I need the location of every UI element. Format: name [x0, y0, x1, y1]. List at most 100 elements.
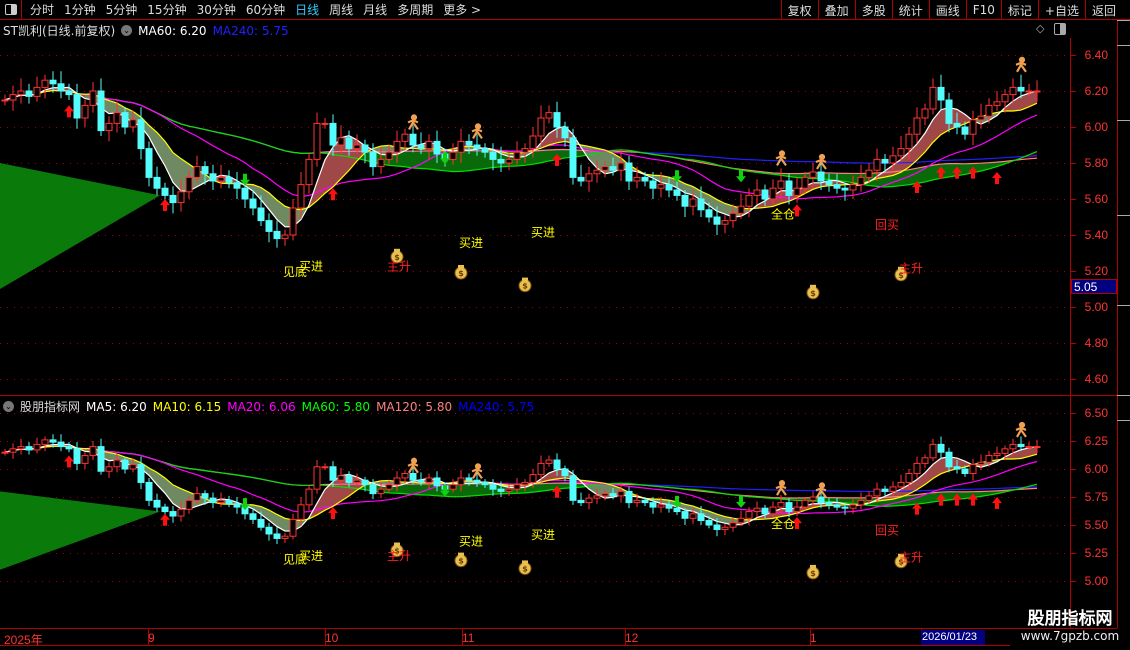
candle-body — [137, 464, 145, 483]
candle-body — [729, 522, 737, 528]
watermark: 股朋指标网 www.7gpzb.com — [1014, 604, 1126, 643]
candle-body — [825, 180, 833, 186]
runner-head — [778, 150, 786, 157]
candle-body — [601, 166, 609, 171]
candle-body — [81, 455, 89, 464]
price-tick-label: 6.50 — [1084, 406, 1108, 420]
candle-body — [769, 187, 777, 200]
candle-body — [457, 140, 465, 153]
candle-body — [761, 189, 769, 200]
candle-body — [1017, 443, 1025, 448]
candle-body — [41, 439, 49, 445]
trend-band — [477, 483, 485, 496]
candle-body — [825, 502, 833, 506]
signal-label: 主升 — [387, 549, 411, 563]
candle-body — [857, 499, 865, 506]
candle-body — [281, 234, 289, 240]
up-arrow-icon — [992, 172, 1002, 184]
candle-body — [457, 477, 465, 486]
candle-body — [921, 457, 929, 464]
ma5-line — [4, 86, 1038, 228]
candle-body — [809, 496, 817, 501]
candle-body — [369, 484, 377, 495]
candle-body — [1017, 86, 1025, 92]
price-tick-label: 6.40 — [1084, 48, 1108, 62]
candle-body — [953, 466, 961, 470]
money-bag-neck — [458, 552, 464, 556]
candle-body — [393, 477, 401, 486]
candle-body — [89, 90, 97, 106]
candle-body — [425, 140, 433, 150]
runner-legs — [776, 156, 787, 167]
candle-body — [25, 446, 33, 451]
candle-body — [409, 133, 417, 146]
candle-body — [601, 493, 609, 497]
candle-body — [465, 477, 473, 481]
price-tick-label: 5.00 — [1084, 574, 1108, 588]
signal-label: 全仓 — [771, 206, 795, 221]
candle-body — [137, 119, 145, 150]
candle-body — [521, 481, 529, 486]
price-tick-label: 6.20 — [1084, 84, 1108, 98]
runner-head — [410, 457, 418, 464]
runner-head — [474, 463, 482, 470]
candle-body — [937, 86, 945, 101]
candle-body — [849, 504, 857, 509]
runner-icon — [775, 150, 787, 167]
candle-body — [393, 140, 401, 153]
candle-body — [721, 220, 729, 225]
candle-body — [705, 209, 713, 218]
signal-label: 全仓 — [771, 516, 795, 531]
candle-body — [121, 112, 129, 128]
candle-body — [929, 443, 937, 459]
price-tick-label: 5.00 — [1084, 300, 1108, 314]
candle-body — [841, 506, 849, 509]
money-bag-neck — [810, 564, 816, 568]
runner-head — [474, 123, 482, 130]
candle-body — [665, 504, 673, 509]
candle-body — [369, 151, 377, 168]
candle-body — [273, 230, 281, 240]
candle-body — [633, 176, 641, 182]
candle-body — [241, 187, 249, 200]
candle-body — [257, 518, 265, 528]
candle-body — [585, 173, 593, 182]
candle-body — [297, 504, 305, 520]
candle-body — [729, 212, 737, 222]
candle-body — [329, 122, 337, 146]
candle-body — [537, 462, 545, 476]
candle-body — [233, 503, 241, 508]
time-tick-label: 12 — [625, 631, 639, 645]
candle-body — [585, 497, 593, 504]
candle-body — [313, 466, 321, 490]
candle-body — [721, 526, 729, 530]
candle-body — [913, 462, 921, 474]
candle-body — [113, 112, 121, 124]
candle-body — [985, 104, 993, 117]
candle-body — [473, 144, 481, 150]
candle-body — [513, 484, 521, 490]
candle-body — [713, 524, 721, 530]
candle-body — [529, 474, 537, 483]
signal-label: 买进 — [531, 528, 555, 542]
candle-body — [801, 499, 809, 508]
runner-head — [818, 482, 826, 489]
candle-body — [353, 479, 361, 483]
signal-label: 主升 — [899, 261, 923, 275]
candle-body — [273, 533, 281, 539]
candle-body — [217, 176, 225, 182]
candle-body — [377, 488, 385, 495]
down-arrow-icon — [736, 170, 746, 183]
candlestick-chart[interactable]: $$$$$见底买进 主升买进买进全仓回买主升$$$ $$见底买进 主升买进 买进全仓 回买… — [0, 0, 1130, 650]
watermark-name: 股朋指标网 — [1027, 609, 1113, 629]
candle-body — [945, 99, 953, 124]
candle-body — [1033, 90, 1041, 93]
upper-pane: $$$$$见底买进 主升买进买进全仓回买主升 — [0, 55, 1068, 380]
candle-body — [145, 148, 153, 178]
candle-body — [65, 446, 73, 450]
candle-body — [9, 448, 17, 453]
candle-body — [153, 176, 161, 189]
candle-body — [553, 112, 561, 128]
candle-body — [577, 499, 585, 504]
candle-body — [17, 446, 25, 450]
